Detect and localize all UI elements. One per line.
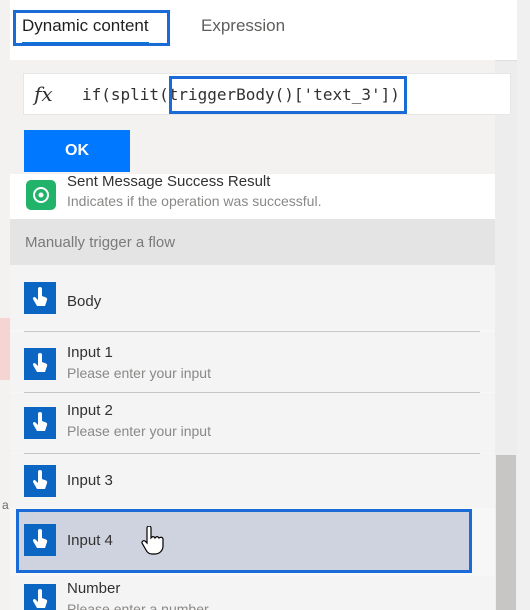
list-item-sent-message-success[interactable]: Sent Message Success Result Indicates if…	[10, 174, 495, 219]
tab-highlight-box	[13, 10, 170, 46]
touch-trigger-icon	[24, 465, 56, 497]
list-item-body[interactable]: Body	[10, 265, 495, 330]
touch-trigger-icon	[24, 407, 56, 439]
list-item-number[interactable]: Number Please enter a number	[10, 576, 495, 610]
item-title: Input 2	[67, 402, 113, 419]
section-header-label: Manually trigger a flow	[25, 234, 176, 251]
ok-button[interactable]: OK	[24, 130, 130, 172]
item-subtitle: Please enter your input	[67, 365, 211, 381]
touch-trigger-icon	[24, 348, 56, 380]
item-title: Input 3	[67, 472, 113, 489]
background-pane	[0, 0, 10, 610]
chat-app-icon	[26, 180, 56, 210]
list-item-input-2[interactable]: Input 2 Please enter your input	[10, 393, 495, 453]
item-subtitle: Please enter your input	[67, 423, 211, 439]
touch-trigger-icon	[24, 282, 56, 314]
expression-highlight-box	[169, 76, 407, 114]
scrollbar-thumb[interactable]	[496, 455, 516, 610]
background-text: a	[2, 498, 9, 512]
item-title: Input 1	[67, 344, 113, 361]
list-item-input-3[interactable]: Input 3	[10, 454, 495, 508]
item-subtitle: Please enter a number	[67, 601, 209, 610]
hand-cursor-icon	[141, 526, 164, 555]
item-title: Sent Message Success Result	[67, 174, 271, 190]
tab-expression-label: Expression	[201, 16, 286, 35]
fx-symbol: fx	[34, 82, 53, 106]
touch-trigger-icon	[24, 524, 56, 556]
function-fx-icon: fx	[34, 82, 53, 106]
list-item-input-4[interactable]: Input 4	[16, 509, 472, 573]
section-header-manual-trigger: Manually trigger a flow	[10, 219, 495, 265]
item-title: Input 4	[67, 532, 113, 549]
item-title: Body	[67, 293, 102, 310]
background-edge	[517, 0, 530, 610]
tab-expression[interactable]: Expression	[201, 16, 285, 36]
background-error-region	[0, 318, 10, 380]
item-subtitle: Indicates if the operation was successfu…	[67, 193, 322, 209]
list-item-input-1[interactable]: Input 1 Please enter your input	[10, 332, 495, 392]
touch-trigger-icon	[24, 584, 56, 610]
item-title: Number	[67, 580, 121, 597]
